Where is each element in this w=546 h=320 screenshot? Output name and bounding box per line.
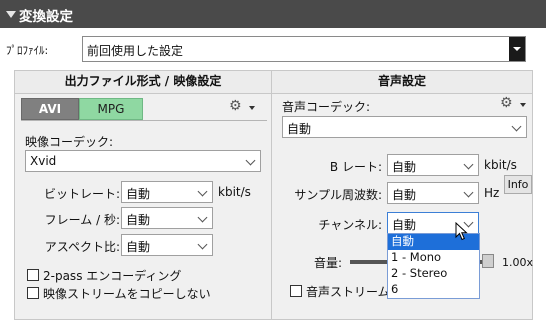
channel-option-mono[interactable]: 1 - Mono [388,250,479,266]
two-pass-option[interactable]: 2-pass エンコーディング [27,267,247,283]
no-copy-video-label: 映像ストリームをコピーしない [43,287,211,301]
audio-options-button[interactable]: ⚙ [500,95,530,113]
channel-option-6[interactable]: 6 [388,282,479,298]
profile-dropdown[interactable]: 前回使用した設定 [82,36,526,62]
audio-codec-value: 自動 [287,122,312,136]
two-pass-label: 2-pass エンコーディング [43,269,182,283]
audio-bitrate-value: 自動 [392,160,417,174]
triangle-down-icon [6,11,16,18]
video-codec-value: Xvid [30,154,57,168]
video-codec-select[interactable]: Xvid [25,150,261,172]
video-bitrate-unit: kbit/s [218,185,251,199]
tab-avi[interactable]: AVI [21,98,79,120]
video-bitrate-select[interactable]: 自動 [121,181,213,203]
info-button[interactable]: Info [504,175,532,194]
mouse-pointer-icon [455,222,469,242]
samplerate-value: 自動 [392,188,417,202]
audio-bitrate-label: B レート: [329,160,382,174]
framerate-value: 自動 [126,213,151,227]
gear-icon: ⚙ [500,95,513,111]
gear-icon: ⚙ [229,98,242,114]
tab-divider [21,120,267,121]
caret-down-icon [520,103,526,107]
chevron-down-icon [245,155,256,166]
channel-option-stereo[interactable]: 2 - Stereo [388,266,479,282]
caret-down-icon [249,106,255,110]
samplerate-unit: Hz [484,186,500,200]
samplerate-select[interactable]: 自動 [387,182,479,204]
video-settings-panel: 出力ファイル形式 / 映像設定 AVI MPG ⚙ 映像コーデック: Xvid … [14,70,272,320]
video-options-button[interactable]: ⚙ [229,98,259,116]
profile-label: ﾌﾟﾛﾌｧｲﾙ: [6,44,49,57]
no-copy-video-option[interactable]: 映像ストリームをコピーしない [27,285,263,301]
chevron-down-icon [197,239,208,250]
aspect-value: 自動 [126,240,151,254]
aspect-label: アスペクト比: [44,240,120,254]
samplerate-label: サンプル周波数: [294,188,382,202]
volume-slider-thumb[interactable] [482,254,494,268]
audio-panel-title: 音声設定 [272,71,532,94]
dropdown-arrow-icon [513,47,521,51]
channels-value: 自動 [392,218,417,232]
chevron-down-icon [463,159,474,170]
chevron-down-icon [197,212,208,223]
video-codec-label: 映像コーデック: [25,135,114,149]
two-pass-checkbox[interactable] [27,269,39,281]
profile-dropdown-button[interactable] [509,37,525,61]
volume-label: 音量: [314,256,343,270]
video-bitrate-label: ビットレート: [43,187,120,201]
window-title: 変換設定 [19,9,73,25]
no-copy-video-checkbox[interactable] [27,287,39,299]
no-copy-audio-checkbox[interactable] [290,285,302,297]
audio-codec-label: 音声コーデック: [282,100,371,114]
chevron-down-icon [197,186,208,197]
audio-codec-select[interactable]: 自動 [282,116,527,138]
aspect-select[interactable]: 自動 [121,234,213,256]
video-panel-title: 出力ファイル形式 / 映像設定 [15,71,271,94]
profile-value: 前回使用した設定 [87,44,184,58]
video-bitrate-value: 自動 [126,187,151,201]
volume-value: 1.00x [502,256,534,269]
audio-bitrate-unit: kbit/s [484,158,517,172]
tab-mpg[interactable]: MPG [79,98,143,120]
window-titlebar: 変換設定 [0,0,546,28]
audio-bitrate-select[interactable]: 自動 [387,154,479,176]
chevron-down-icon [463,187,474,198]
framerate-label: フレーム / 秒: [44,213,120,227]
framerate-select[interactable]: 自動 [121,207,213,229]
chevron-down-icon [511,121,522,132]
channels-dropdown-list: 自動 1 - Mono 2 - Stereo 6 [387,233,480,299]
channels-label: チャンネル: [318,218,382,232]
